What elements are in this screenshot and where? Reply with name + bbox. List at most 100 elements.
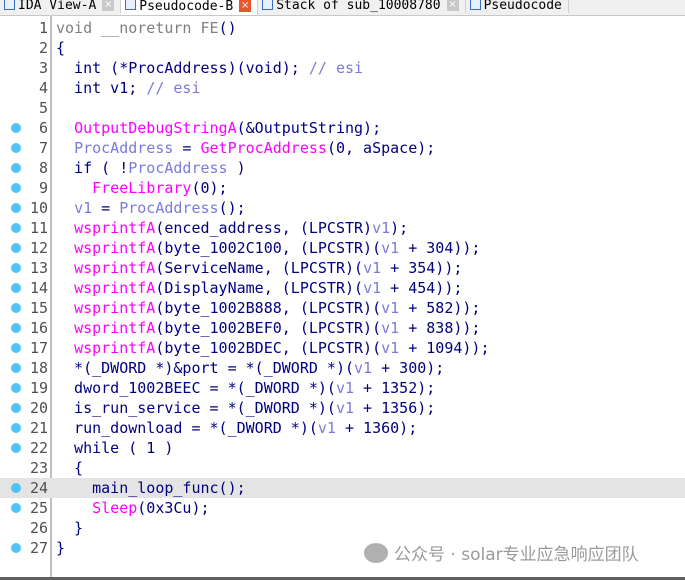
code-text: wsprintfA(byte_1002BEF0, (LPCSTR)(v1 + 8… (56, 318, 480, 338)
code-text: int (*ProcAddress)(void); // esi (56, 58, 363, 78)
code-token: (enced_address, (LPCSTR) (155, 219, 373, 237)
line-number: 13 (29, 259, 48, 277)
code-token: run_download = *(_DWORD *)( (56, 419, 318, 437)
code-token: void __noreturn FE (56, 19, 219, 37)
line-number: 10 (29, 199, 48, 217)
code-token: v1 (381, 319, 400, 337)
code-token: v1 (363, 279, 382, 297)
code-line[interactable]: 6 OutputDebugStringA(&OutputString); (0, 118, 685, 138)
line-number: 14 (29, 279, 48, 297)
code-token: (0, aSpace); (326, 139, 436, 157)
code-line[interactable]: 7 ProcAddress = GetProcAddress(0, aSpace… (0, 138, 685, 158)
code-token: wsprintfA (74, 339, 156, 357)
code-line[interactable]: 19 dword_1002BEEC = *(_DWORD *)(v1 + 135… (0, 378, 685, 398)
line-number: 2 (38, 39, 48, 57)
code-text: wsprintfA(byte_1002C100, (LPCSTR)(v1 + 3… (56, 238, 480, 258)
line-number: 9 (38, 179, 48, 197)
code-text: if ( !ProcAddress ) (56, 158, 246, 178)
code-token: ProcAddress (119, 199, 219, 217)
code-line[interactable]: 17 wsprintfA(byte_1002BDEC, (LPCSTR)(v1 … (0, 338, 685, 358)
line-number: 12 (29, 239, 48, 257)
code-line[interactable]: 5 (0, 98, 685, 118)
code-token: + 1360); (335, 419, 418, 437)
code-text: v1 = ProcAddress(); (56, 198, 246, 218)
line-number: 6 (38, 119, 48, 137)
code-token: v1 (74, 199, 93, 217)
code-line[interactable]: 22 while ( 1 ) (0, 438, 685, 458)
code-line[interactable]: 15 wsprintfA(byte_1002B888, (LPCSTR)(v1 … (0, 298, 685, 318)
code-token: v1 (372, 219, 391, 237)
code-token: ProcAddress (74, 139, 174, 157)
tab-pseudocode[interactable]: Pseudocode (466, 0, 569, 13)
code-text: main_loop_func(); (56, 478, 246, 498)
code-line[interactable]: 2{ (0, 38, 685, 58)
code-line[interactable]: 26 } (0, 518, 685, 538)
code-line[interactable]: 4 int v1; // esi (0, 78, 685, 98)
code-text: wsprintfA(byte_1002B888, (LPCSTR)(v1 + 5… (56, 298, 480, 318)
code-token: (); (218, 199, 246, 217)
code-token: OutputDebugStringA (74, 119, 237, 137)
code-line[interactable]: 25 Sleep(0x3Cu); (0, 498, 685, 518)
code-token: { (56, 459, 84, 477)
code-line[interactable]: 21 run_download = *(_DWORD *)(v1 + 1360)… (0, 418, 685, 438)
code-line[interactable]: 1 void __noreturn FE() (0, 18, 685, 38)
close-icon[interactable]: × (102, 0, 115, 11)
code-text: FreeLibrary(0); (56, 178, 227, 198)
code-token: ); (390, 219, 409, 237)
code-line[interactable]: 23 { (0, 458, 685, 478)
code-line[interactable]: 20 is_run_service = *(_DWORD *)(v1 + 135… (0, 398, 685, 418)
code-token: = (173, 139, 201, 157)
code-token: v1 (335, 399, 355, 417)
code-token: Sleep (92, 499, 138, 517)
tab-label: Pseudocode (483, 0, 562, 13)
line-number: 22 (29, 439, 48, 457)
code-text: is_run_service = *(_DWORD *)(v1 + 1356); (56, 398, 435, 418)
code-token: + 454)); (381, 279, 463, 297)
code-text: wsprintfA(DisplayName, (LPCSTR)(v1 + 454… (56, 278, 462, 298)
code-token: + 838)); (399, 319, 481, 337)
code-line[interactable]: 18 *(_DWORD *)&port = *(_DWORD *)(v1 + 3… (0, 358, 685, 378)
code-line[interactable]: 24 main_loop_func(); (0, 478, 685, 498)
code-text: int v1; // esi (56, 78, 200, 98)
line-number: 5 (38, 99, 48, 117)
code-text: } (56, 518, 83, 538)
code-text: Sleep(0x3Cu); (56, 498, 209, 518)
line-number: 16 (29, 319, 48, 337)
line-number: 27 (29, 539, 48, 557)
code-text: while ( 1 ) (56, 438, 173, 458)
code-token: if ( ! (56, 159, 129, 177)
pseudocode-icon (125, 0, 137, 10)
code-line[interactable]: 13 wsprintfA(ServiceName, (LPCSTR)(v1 + … (0, 258, 685, 278)
code-token: v1 (381, 239, 400, 257)
tab-ida-view-a[interactable]: IDA View-A × (0, 0, 122, 13)
close-icon[interactable]: × (446, 0, 459, 11)
code-line[interactable]: 10 v1 = ProcAddress(); (0, 198, 685, 218)
watermark-text: 公众号 · solar专业应急响应团队 (394, 545, 639, 565)
line-number: 26 (29, 519, 48, 537)
code-line[interactable]: 3 int (*ProcAddress)(void); // esi (0, 58, 685, 78)
code-token: FreeLibrary (92, 179, 192, 197)
pseudocode-editor[interactable]: 1 void __noreturn FE() 2{3 int (*ProcAddre… (0, 18, 685, 558)
code-text: { (56, 38, 65, 58)
code-line[interactable]: 12 wsprintfA(byte_1002C100, (LPCSTR)(v1 … (0, 238, 685, 258)
code-text: OutputDebugStringA(&OutputString); (56, 118, 381, 138)
code-token: v1 (363, 259, 382, 277)
line-number: 24 (29, 479, 48, 497)
tab-pseudocode-b[interactable]: Pseudocode-B × (121, 0, 259, 15)
code-line[interactable]: 8 if ( !ProcAddress ) (0, 158, 685, 178)
code-token: + 1352); (354, 379, 436, 397)
code-line[interactable]: 11 wsprintfA(enced_address, (LPCSTR)v1); (0, 218, 685, 238)
code-line[interactable]: 14 wsprintfA(DisplayName, (LPCSTR)(v1 + … (0, 278, 685, 298)
code-token: + 1356); (354, 399, 436, 417)
code-line[interactable]: 9 FreeLibrary(0); (0, 178, 685, 198)
tab-stack-of-sub-10008780[interactable]: Stack of sub_10008780 × (258, 0, 466, 13)
code-line[interactable]: 16 wsprintfA(byte_1002BEF0, (LPCSTR)(v1 … (0, 318, 685, 338)
code-token: GetProcAddress (200, 139, 327, 157)
close-icon[interactable]: × (239, 0, 252, 12)
